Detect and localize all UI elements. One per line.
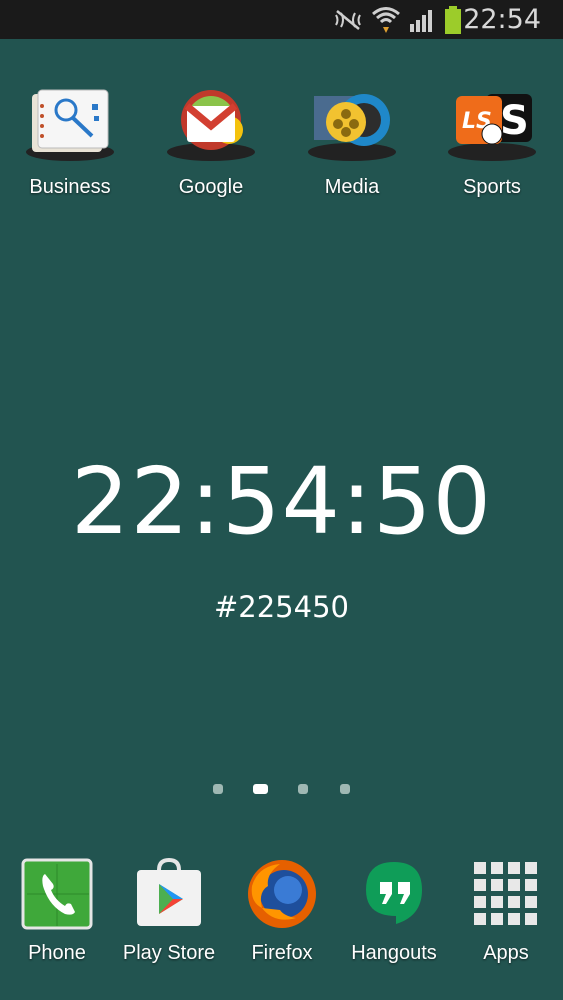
- dock-label: Hangouts: [351, 942, 437, 964]
- dock-phone[interactable]: Phone: [2, 856, 112, 965]
- sports-folder-icon: S LS: [446, 86, 538, 168]
- apps-grid-icon: [468, 856, 544, 932]
- folder-label: Google: [178, 176, 244, 198]
- play-store-icon: [131, 856, 207, 932]
- status-bar[interactable]: 22:54: [0, 0, 563, 39]
- dock-firefox[interactable]: Firefox: [227, 856, 337, 965]
- status-bar-time: 22:54: [463, 4, 541, 35]
- dock-apps[interactable]: Apps: [451, 856, 561, 965]
- svg-text:S: S: [500, 98, 529, 144]
- dock-hangouts[interactable]: Hangouts: [339, 856, 449, 965]
- phone-icon: [19, 856, 95, 932]
- google-folder-icon: [165, 86, 257, 168]
- page-indicator[interactable]: [0, 782, 563, 796]
- signal-icon: [408, 0, 436, 39]
- clock-widget-hex: #225450: [213, 590, 349, 624]
- firefox-icon: [244, 856, 320, 932]
- folder-media[interactable]: Media: [297, 86, 407, 199]
- hangouts-icon: [356, 856, 432, 932]
- clock-widget-time[interactable]: 22:54:50: [0, 448, 563, 555]
- page-dot: [213, 784, 223, 794]
- dock-label: Play Store: [122, 942, 216, 964]
- battery-icon: [443, 0, 463, 39]
- dock-play-store[interactable]: Play Store: [114, 856, 224, 965]
- dock-label: Firefox: [251, 942, 313, 964]
- folder-business[interactable]: Business: [15, 86, 125, 199]
- dock-label: Apps: [483, 942, 529, 964]
- dock-label: Phone: [28, 942, 86, 964]
- wifi-icon: [371, 0, 401, 39]
- page-dot: [298, 784, 308, 794]
- folder-sports[interactable]: S LS Sports: [437, 86, 547, 199]
- media-folder-icon: [306, 86, 398, 168]
- silent-mode-icon: [333, 0, 363, 39]
- page-dot-current: [253, 784, 268, 794]
- folder-label: Sports: [463, 176, 521, 198]
- folder-google[interactable]: Google: [156, 86, 266, 199]
- page-dot: [340, 784, 350, 794]
- folder-label: Business: [29, 176, 111, 198]
- folder-label: Media: [324, 176, 380, 198]
- business-folder-icon: [24, 86, 116, 168]
